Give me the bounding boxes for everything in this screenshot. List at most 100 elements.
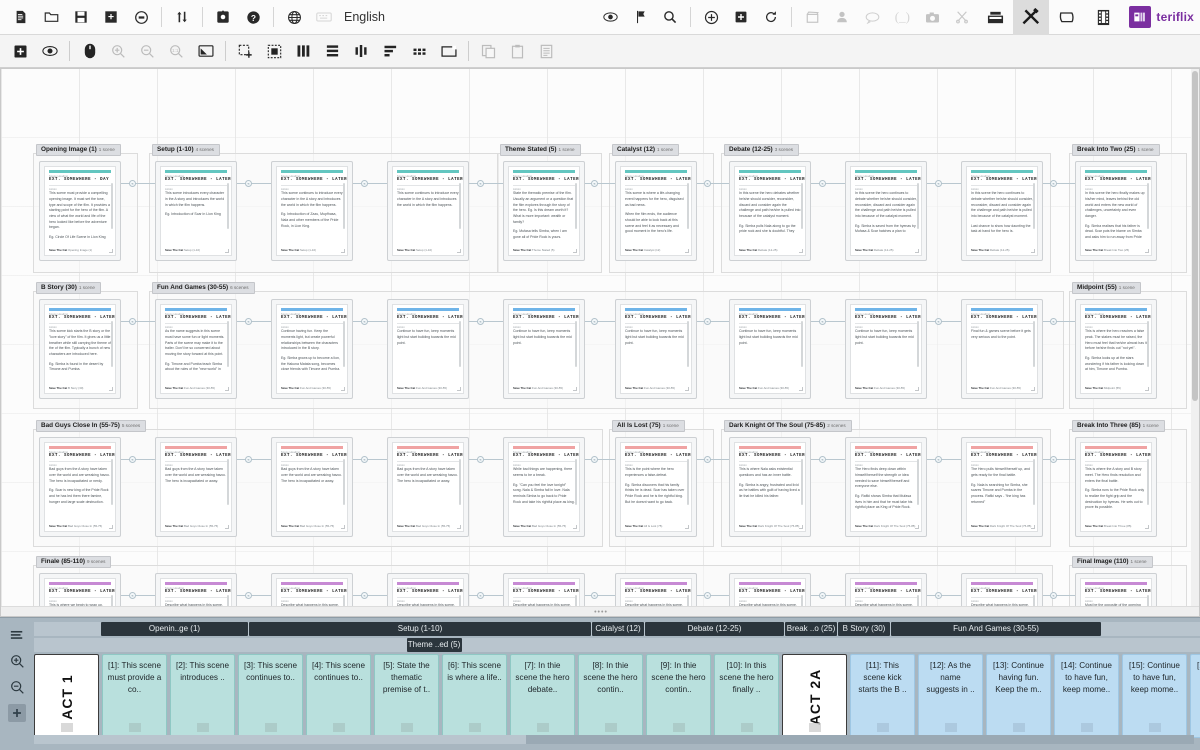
card-resize-handle[interactable] <box>915 387 919 391</box>
card-description[interactable]: This is where the A story and B story me… <box>1085 467 1147 515</box>
card-description[interactable]: Bad guys from the A story have taken ove… <box>281 467 343 488</box>
scene-card-body[interactable]: Scene HeadingEXT. SOMEWHERE - LATERActio… <box>508 304 580 394</box>
card-slugline[interactable]: EXT. SOMEWHERE - LATER <box>49 316 111 322</box>
card-scrollbar[interactable] <box>227 459 229 505</box>
card-scrollbar[interactable] <box>917 183 919 229</box>
card-slugline[interactable]: EXT. SOMEWHERE - LATER <box>165 454 227 460</box>
card-scrollbar[interactable] <box>1147 183 1149 229</box>
card-resize-handle[interactable] <box>915 249 919 253</box>
card-resize-handle[interactable] <box>457 249 461 253</box>
card-slugline[interactable]: EXT. SOMEWHERE - LATER <box>513 590 575 596</box>
scene-card[interactable]: Scene HeadingEXT. SOMEWHERE - LATERActio… <box>961 299 1043 399</box>
sort-icon[interactable] <box>167 2 197 32</box>
zoom-out-button[interactable] <box>133 39 162 64</box>
card-resize-handle[interactable] <box>799 249 803 253</box>
scene-card-body[interactable]: Scene HeadingEXT. SOMEWHERE - LATERActio… <box>620 166 692 256</box>
timeline-scene-card[interactable]: [7]: In thie scene the hero debate.. <box>510 654 575 738</box>
scene-card-body[interactable]: Scene HeadingEXT. SOMEWHERE - LATERActio… <box>276 442 348 532</box>
card-description[interactable]: This is where Nala asks existential ques… <box>739 467 801 503</box>
align-left-button[interactable] <box>376 39 405 64</box>
timeline-menu-icon[interactable] <box>8 626 26 644</box>
save-icon[interactable] <box>66 2 96 32</box>
timeline-scene-card[interactable]: [5]: State the thematic premise of t.. <box>374 654 439 738</box>
card-resize-handle[interactable] <box>225 249 229 253</box>
scene-card-body[interactable]: Scene HeadingEXT. SOMEWHERE - LATERActio… <box>850 166 922 256</box>
card-resize-handle[interactable] <box>685 387 689 391</box>
help-icon[interactable]: ? <box>238 2 268 32</box>
connector-node[interactable]: « <box>477 180 484 187</box>
list-button[interactable] <box>532 39 561 64</box>
timeline-beat-chip[interactable]: Break ..o (25) <box>785 622 837 636</box>
card-description[interactable]: Continue to have fun, keep moments light… <box>397 329 459 350</box>
connector-node[interactable]: « <box>819 318 826 325</box>
card-slugline[interactable]: EXT. SOMEWHERE - LATER <box>49 454 111 460</box>
card-description[interactable]: In this scene the hero debates whether h… <box>739 191 801 239</box>
scene-card-body[interactable]: Scene HeadingEXT. SOMEWHERE - LATERActio… <box>620 304 692 394</box>
connector-node[interactable]: « <box>129 592 136 599</box>
timeline-scene-card[interactable]: [16]: Continu.. have fun <box>1190 654 1200 738</box>
scene-card[interactable]: Scene HeadingEXT. SOMEWHERE - LATERActio… <box>387 161 469 261</box>
card-slugline[interactable]: EXT. SOMEWHERE - LATER <box>971 454 1033 460</box>
card-resize-handle[interactable] <box>915 525 919 529</box>
scene-card[interactable]: Scene HeadingEXT. SOMEWHERE - LATERActio… <box>961 161 1043 261</box>
scene-card-body[interactable]: Scene HeadingEXT. SOMEWHERE - LATERActio… <box>966 166 1038 256</box>
scene-card[interactable]: Scene HeadingEXT. SOMEWHERE - LATERActio… <box>39 437 121 537</box>
add-circle-icon[interactable] <box>696 2 726 32</box>
card-resize-handle[interactable] <box>573 249 577 253</box>
card-scrollbar[interactable] <box>1147 321 1149 367</box>
scene-card[interactable]: Scene HeadingEXT. SOMEWHERE - LATERActio… <box>155 299 237 399</box>
card-description[interactable]: This is where the hero reaches a false p… <box>1085 329 1147 377</box>
card-description[interactable]: This scene must provide a compelling ope… <box>49 191 111 244</box>
add-card-button[interactable] <box>6 39 35 64</box>
script-icon[interactable] <box>797 2 827 32</box>
card-description[interactable]: The Hero finds deep down within himself/… <box>855 467 917 515</box>
scrollbar-thumb[interactable] <box>1192 71 1198 401</box>
connector-node[interactable]: « <box>935 180 942 187</box>
scene-card[interactable]: Scene HeadingEXT. SOMEWHERE - LATERActio… <box>615 161 697 261</box>
card-slugline[interactable]: EXT. SOMEWHERE - LATER <box>1085 178 1147 184</box>
timeline-scene-card[interactable]: [9]: In thie scene the hero contin.. <box>646 654 711 738</box>
distribute-vertical-button[interactable] <box>347 39 376 64</box>
tab-storyboard[interactable] <box>977 0 1013 35</box>
timeline-beat-chip[interactable]: Fun And Games (30-55) <box>891 622 1101 636</box>
scene-card-body[interactable]: Scene HeadingEXT. SOMEWHERE - LATERActio… <box>850 442 922 532</box>
card-resize-handle[interactable] <box>573 525 577 529</box>
scene-card-body[interactable]: Scene HeadingEXT. SOMEWHERE - LATERActio… <box>734 442 806 532</box>
scene-card-body[interactable]: Scene HeadingEXT. SOMEWHERE - LATERActio… <box>392 166 464 256</box>
card-description[interactable]: This scene continues to introduce every … <box>397 191 459 212</box>
preview-eye-icon[interactable] <box>595 2 625 32</box>
card-scrollbar[interactable] <box>575 183 577 229</box>
scene-card[interactable]: Scene HeadingEXT. SOMEWHERE - LATERActio… <box>387 437 469 537</box>
connector-node[interactable]: « <box>477 318 484 325</box>
timeline-zoom-out-icon[interactable] <box>8 678 26 696</box>
card-slugline[interactable]: EXT. SOMEWHERE - LATER <box>281 590 343 596</box>
card-slugline[interactable]: EXT. SOMEWHERE - LATER <box>397 590 459 596</box>
select-all-button[interactable] <box>260 39 289 64</box>
scene-card[interactable]: Scene HeadingEXT. SOMEWHERE - LATERActio… <box>271 299 353 399</box>
card-description[interactable]: This scene introduces every character in… <box>165 191 227 222</box>
card-description[interactable]: This scene is where a life-changing even… <box>625 191 687 239</box>
connector-node[interactable]: « <box>1050 456 1057 463</box>
card-scrollbar[interactable] <box>111 459 113 505</box>
card-resize-handle[interactable] <box>1145 249 1149 253</box>
scene-card[interactable]: Scene HeadingEXT. SOMEWHERE - LATERActio… <box>39 299 121 399</box>
timeline-zoom-in-icon[interactable] <box>8 652 26 670</box>
card-resize-handle[interactable] <box>685 249 689 253</box>
card-slugline[interactable]: EXT. SOMEWHERE - LATER <box>971 316 1033 322</box>
scene-card-body[interactable]: Scene HeadingEXT. SOMEWHERE - LATERActio… <box>392 442 464 532</box>
card-description[interactable]: This scene kick starts the B story or th… <box>49 329 111 377</box>
scene-card[interactable]: Scene HeadingEXT. SOMEWHERE - LATERActio… <box>503 437 585 537</box>
paste-button[interactable] <box>503 39 532 64</box>
card-description[interactable]: In this scene the hero continues to deba… <box>971 191 1033 239</box>
timeline-scene-card[interactable]: [12]: As the name suggests in .. <box>918 654 983 738</box>
new-file-icon[interactable] <box>6 2 36 32</box>
card-slugline[interactable]: EXT. SOMEWHERE - LATER <box>397 178 459 184</box>
card-resize-handle[interactable] <box>109 387 113 391</box>
timeline-beat-chip[interactable]: Setup (1-10) <box>249 622 591 636</box>
connector-node[interactable]: « <box>819 180 826 187</box>
scene-card-body[interactable]: Scene HeadingEXT. SOMEWHERE - DAYActionT… <box>44 166 116 256</box>
card-slugline[interactable]: EXT. SOMEWHERE - LATER <box>739 178 801 184</box>
new-board-button[interactable] <box>434 39 463 64</box>
card-slugline[interactable]: EXT. SOMEWHERE - LATER <box>513 178 575 184</box>
card-scrollbar[interactable] <box>1033 321 1035 367</box>
